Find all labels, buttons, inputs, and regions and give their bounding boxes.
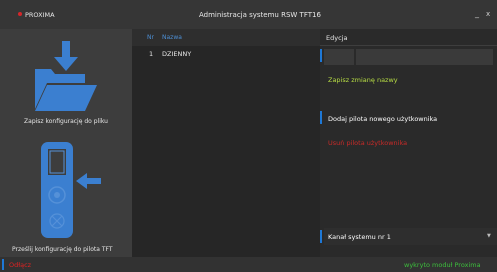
list-item-name: DZIENNY <box>162 50 192 58</box>
close-button[interactable]: x <box>486 10 490 18</box>
window-title: Administracja systemu RSW TFT16 <box>199 11 321 19</box>
remote-send-icon <box>41 142 101 238</box>
channel-select-value: Kanał systemu nr 1 <box>328 233 391 241</box>
save-config-label: Zapisz konfigurację do pliku <box>24 118 108 125</box>
name-input[interactable] <box>356 49 493 65</box>
send-config-label: Prześlij konfigurację do pilota TFT <box>12 246 113 253</box>
list-item-nr: 1 <box>149 50 154 58</box>
list-item[interactable]: 1 DZIENNY <box>132 50 320 60</box>
column-header-nr[interactable]: Nr <box>147 34 154 41</box>
send-config-tile[interactable]: Prześlij konfigurację do pilota TFT <box>0 135 132 257</box>
status-accent-bar <box>2 259 4 270</box>
user-list: Nr Nazwa 1 DZIENNY <box>132 29 320 257</box>
delete-remote-button[interactable]: Usuń pilota użytkownika <box>328 139 407 147</box>
channel-select[interactable]: Kanał systemu nr 1 ▼ <box>324 228 497 245</box>
brand-label: PROXIMA <box>25 11 55 19</box>
header-divider <box>320 45 497 46</box>
save-config-tile[interactable]: Zapisz konfigurację do pliku <box>0 29 132 134</box>
folder-download-icon <box>35 41 97 111</box>
focus-accent-bar <box>320 230 322 243</box>
module-status-text: wykryto moduł Proxima <box>404 261 481 269</box>
list-header: Nr Nazwa <box>132 29 320 46</box>
focus-accent-bar <box>320 111 322 124</box>
add-remote-button[interactable]: Dodaj pilota nowego użytkownika <box>328 115 437 123</box>
save-name-button[interactable]: Zapisz zmianę nazwy <box>328 76 398 84</box>
edit-header: Edycja <box>326 34 348 42</box>
minimize-button[interactable]: _ <box>475 9 479 18</box>
remote-number-box[interactable] <box>324 49 354 65</box>
chevron-down-icon: ▼ <box>487 233 491 239</box>
title-bar: PROXIMA Administracja systemu RSW TFT16 … <box>0 0 497 29</box>
brand-dot-icon <box>18 12 22 16</box>
disconnect-button[interactable]: Odłącz <box>9 261 31 269</box>
status-bar: Odłącz wykryto moduł Proxima <box>0 257 497 272</box>
edit-panel: Edycja Zapisz zmianę nazwy Dodaj pilota … <box>320 29 497 257</box>
column-header-name[interactable]: Nazwa <box>162 34 182 41</box>
left-panel: Zapisz konfigurację do pliku Prześlij ko… <box>0 29 132 257</box>
focus-accent-bar <box>320 49 322 62</box>
